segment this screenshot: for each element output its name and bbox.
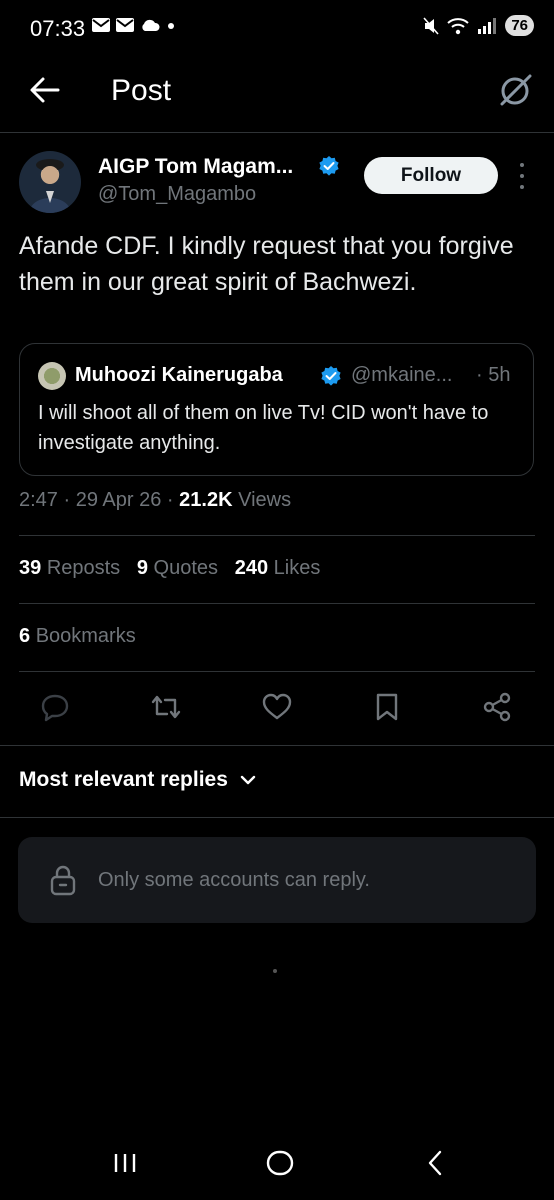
- arrow-left-icon: [30, 77, 60, 103]
- system-back-button[interactable]: [410, 1140, 460, 1186]
- quotes-label: Quotes: [153, 557, 219, 579]
- recent-apps-button[interactable]: [100, 1140, 150, 1186]
- header-divider: [0, 132, 554, 133]
- battery-icon: 76: [505, 15, 534, 36]
- like-button[interactable]: [260, 690, 294, 724]
- quote-author-name: Muhoozi Kainerugaba: [75, 364, 283, 386]
- post-stats: 39 Reposts 9 Quotes 240 Likes: [19, 557, 320, 580]
- author-handle[interactable]: @Tom_Magambo: [98, 183, 256, 206]
- likes-count: 240: [234, 557, 269, 579]
- quote-text: I will shoot all of them on live Tv! CID…: [38, 402, 489, 454]
- reply-restriction-text: Only some accounts can reply.: [98, 868, 370, 891]
- reposts-label: Reposts: [46, 557, 121, 579]
- bookmarks-stat[interactable]: 6 Bookmarks: [19, 625, 136, 648]
- quotes-stat[interactable]: 9 Quotes: [137, 557, 218, 579]
- lock-icon: [50, 865, 76, 896]
- chevron-left-icon: [428, 1150, 442, 1176]
- repost-button[interactable]: [149, 690, 183, 724]
- more-options-icon[interactable]: [516, 163, 528, 189]
- reply-icon: [41, 694, 69, 722]
- post-date: 29 Apr 26: [75, 489, 162, 511]
- post-time: 2:47: [19, 489, 58, 511]
- verified-badge-icon: [320, 365, 342, 392]
- quote-avatar: [38, 362, 66, 390]
- wifi-icon: [447, 17, 469, 34]
- bookmark-button[interactable]: [370, 690, 404, 724]
- bookmarks-count: 6: [19, 625, 31, 647]
- actions-divider: [0, 745, 554, 746]
- bookmarks-label: Bookmarks: [35, 625, 136, 647]
- quote-timestamp: · 5h: [476, 364, 511, 386]
- replies-sort-label: Most relevant replies: [19, 768, 228, 791]
- stats-divider: [19, 603, 535, 604]
- avatar-image: [29, 159, 71, 213]
- reply-button[interactable]: [38, 690, 72, 724]
- signal-icon: [478, 17, 497, 34]
- reposts-stat[interactable]: 39 Reposts: [19, 557, 120, 579]
- dot-icon: [168, 23, 174, 29]
- page-title: Post: [111, 74, 172, 107]
- mail-icon: [92, 18, 110, 32]
- home-icon: [266, 1150, 294, 1176]
- bookmark-icon: [376, 693, 398, 721]
- home-button[interactable]: [255, 1140, 305, 1186]
- quote-author-handle: @mkaine...: [351, 364, 453, 386]
- share-button[interactable]: [480, 690, 514, 724]
- notification-icons: [92, 18, 176, 32]
- post-meta: 2:47 · 29 Apr 26 · 21.2K Views: [19, 489, 291, 512]
- replies-divider: [0, 817, 554, 818]
- status-right: 76: [423, 15, 534, 36]
- meta-divider: [19, 535, 535, 536]
- mute-icon: [423, 16, 439, 35]
- grok-icon: [500, 74, 532, 106]
- views-label: Views: [238, 489, 292, 511]
- back-button[interactable]: [28, 72, 62, 108]
- mail-icon: [116, 18, 134, 32]
- loading-indicator: [273, 969, 277, 973]
- tweet-text: Afande CDF. I kindly request that you fo…: [19, 232, 514, 296]
- repost-icon: [151, 695, 181, 719]
- chevron-down-icon: [240, 775, 256, 785]
- author-name[interactable]: AIGP Tom Magam...: [98, 155, 293, 179]
- recent-apps-icon: [114, 1154, 136, 1172]
- grok-button[interactable]: [498, 72, 534, 108]
- cloud-icon: [142, 19, 160, 31]
- quoted-post-card[interactable]: Muhoozi Kainerugaba @mkaine... · 5h I wi…: [19, 343, 534, 476]
- follow-button[interactable]: Follow: [364, 157, 498, 194]
- bookmarks-divider: [19, 671, 535, 672]
- quotes-count: 9: [136, 557, 148, 579]
- meta-separator: ·: [166, 489, 174, 511]
- meta-separator: ·: [63, 489, 71, 511]
- share-icon: [483, 692, 511, 722]
- replies-sort-dropdown[interactable]: Most relevant replies: [19, 768, 256, 792]
- likes-label: Likes: [273, 557, 321, 579]
- likes-stat[interactable]: 240 Likes: [235, 557, 321, 579]
- verified-badge-icon: [318, 155, 340, 182]
- status-time: 07:33: [30, 16, 86, 41]
- like-icon: [262, 693, 292, 720]
- views-count: 21.2K: [179, 489, 233, 511]
- reply-restriction-notice: Only some accounts can reply.: [18, 837, 536, 923]
- author-avatar[interactable]: [19, 151, 81, 213]
- reposts-count: 39: [19, 557, 42, 579]
